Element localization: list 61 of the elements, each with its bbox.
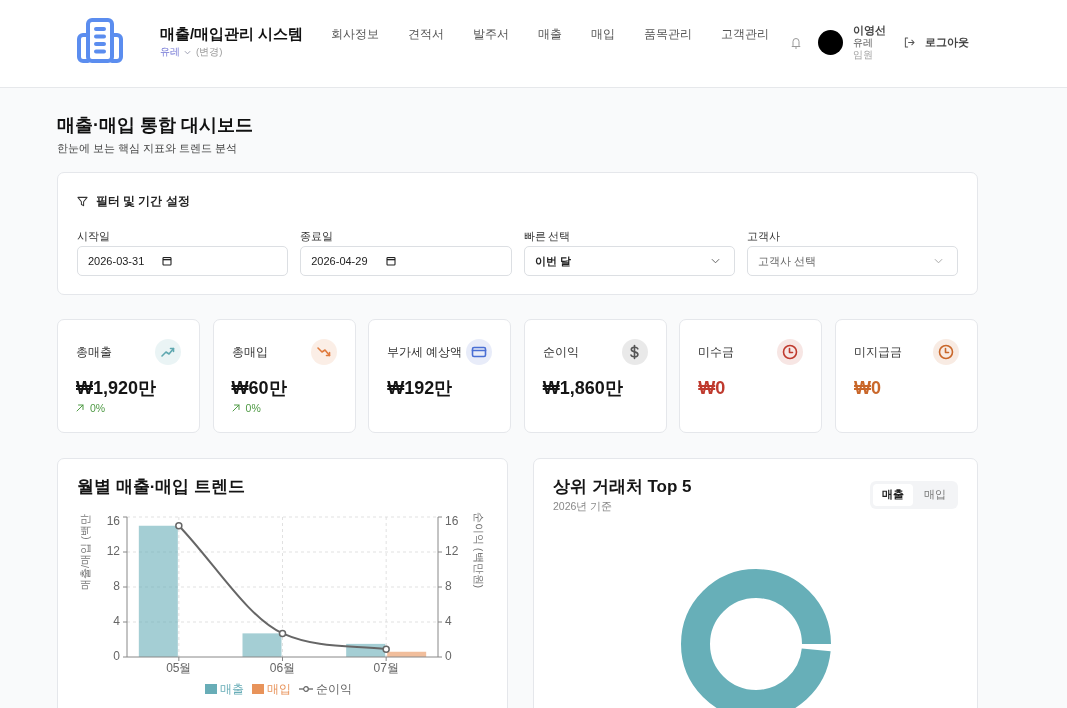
user-role: 임원 [853, 49, 874, 62]
kpi-label: 총매출 [76, 344, 112, 360]
date-field[interactable]: 2026-03-31 [77, 246, 289, 276]
trend-up-icon [155, 339, 182, 365]
field-label: 종료일 [300, 229, 335, 243]
app-title: 매출/매입관리 시스템 [160, 24, 304, 44]
chart-subtitle: 2026년 기준 [553, 499, 614, 513]
chevron-down-icon [934, 258, 943, 264]
page-title: 매출·매입 통합 대시보드 [57, 114, 254, 137]
nav-link[interactable]: 매입 [591, 27, 616, 42]
nav-link[interactable]: 품목관리 [644, 27, 693, 42]
kpi-label: 미수금 [698, 344, 735, 360]
chart-title: 월별 매출·매입 트렌드 [77, 476, 247, 498]
clock-icon [933, 339, 959, 365]
kpi-label: 부가세 예상액 [387, 344, 463, 360]
calendar-icon [162, 256, 173, 266]
user-name: 이영선 [853, 24, 886, 37]
change-percent: 0% [245, 402, 261, 414]
chevron-down-icon [184, 50, 191, 55]
kpi-value: ₩1,860만 [542, 377, 624, 399]
kpi-label: 순이익 [542, 344, 579, 360]
field-label: 시작일 [77, 229, 111, 243]
logout-icon [904, 37, 915, 49]
filter-icon [77, 195, 88, 207]
kpi-value: ₩0 [698, 377, 727, 399]
trend-down-icon [310, 339, 337, 365]
kpi-label: 미지급금 [853, 344, 902, 360]
calendar-icon [385, 256, 396, 266]
field-label: 고객사 [746, 229, 781, 243]
nav-link[interactable]: 고객관리 [721, 27, 770, 42]
page-subtitle: 한눈에 보는 핵심 지표와 트렌드 분석 [57, 141, 238, 155]
kpi-label: 총매입 [231, 344, 268, 360]
select-field[interactable]: 이번 달 [523, 246, 735, 276]
arrow-up-right-icon [76, 404, 84, 412]
nav-link[interactable]: 견적서 [408, 27, 445, 42]
kpi-value: ₩60만 [231, 377, 288, 399]
field-label: 빠른 선택 [523, 229, 572, 243]
kpi-value: ₩0 [853, 377, 882, 399]
building-icon [77, 18, 123, 63]
select-field[interactable]: 고객사 선택 [746, 246, 958, 276]
nav-link[interactable]: 매출 [538, 27, 563, 42]
arrow-up-right-icon [231, 404, 240, 412]
logout-button[interactable]: 로그아웃 [904, 35, 969, 51]
date-field[interactable]: 2026-04-29 [300, 246, 512, 276]
chart-title: 상위 거래처 Top 5 [553, 476, 692, 498]
kpi-value: ₩1,920만 [76, 377, 158, 399]
toggle-tab[interactable]: 매출 [873, 484, 913, 506]
toggle-tab[interactable]: 매입 [915, 484, 955, 506]
change-percent: 0% [90, 402, 106, 414]
nav-link[interactable]: 발주서 [473, 27, 510, 42]
credit-card-icon [466, 339, 493, 365]
clock-icon [777, 339, 804, 365]
user-company: 유레 [853, 36, 874, 49]
bell-icon[interactable] [790, 36, 802, 50]
dollar-icon [621, 339, 648, 365]
company-dropdown[interactable]: 유레 [160, 46, 191, 59]
filter-title: 필터 및 기간 설정 [96, 193, 190, 209]
avatar [818, 30, 843, 56]
nav-link[interactable]: 회사정보 [331, 27, 380, 42]
kpi-value: ₩192만 [387, 377, 454, 399]
chevron-down-icon [710, 258, 720, 264]
